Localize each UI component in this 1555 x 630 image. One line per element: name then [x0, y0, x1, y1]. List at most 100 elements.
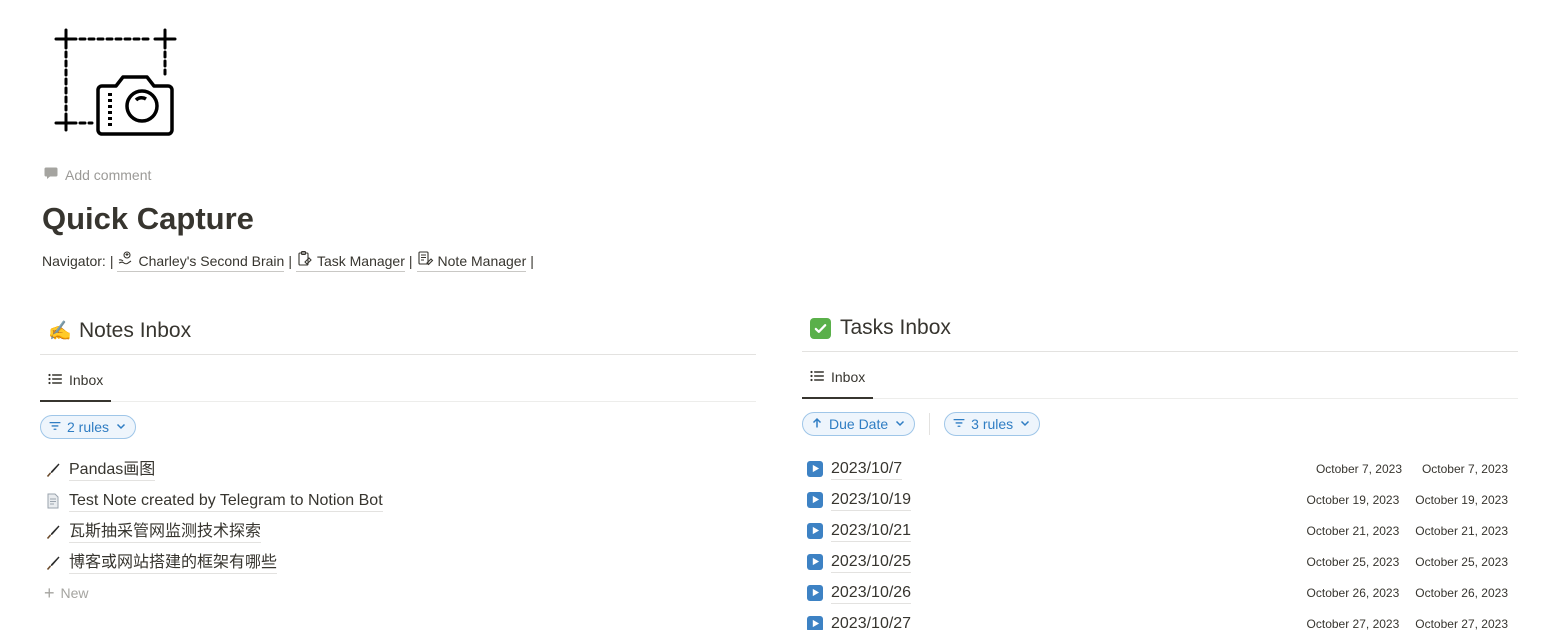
filter-bar: 2 rules [40, 402, 756, 452]
view-tabs: Inbox [802, 352, 1518, 399]
tab-label: Inbox [831, 369, 866, 385]
tab-label: Inbox [69, 372, 104, 388]
database-title-label: Tasks Inbox [840, 316, 951, 339]
clipboard-icon [296, 250, 313, 271]
separator: | [109, 253, 114, 269]
camera-capture-icon[interactable] [52, 26, 178, 138]
filter-label: 2 rules [67, 419, 110, 435]
check-mark-icon [810, 317, 831, 339]
list-item[interactable]: Pandas画图 [40, 454, 756, 485]
tasks-list: 2023/10/7 October 7, 2023 October 7, 202… [802, 453, 1518, 630]
separator: | [288, 253, 292, 269]
notes-inbox-database: ✍️ Notes Inbox Inbox 2 rules Pandas画图 Te… [40, 312, 756, 608]
sort-label: Due Date [829, 416, 889, 432]
new-label: New [60, 585, 89, 601]
date-cell: October 7, 2023 [1421, 461, 1508, 476]
brain-hand-icon [117, 250, 134, 271]
item-dates: October 25, 2023 October 25, 2023 [1307, 555, 1518, 569]
add-comment-label: Add comment [65, 166, 152, 183]
date-cell: October 19, 2023 [1415, 492, 1508, 507]
list-item[interactable]: 2023/10/19 October 19, 2023 October 19, … [802, 484, 1518, 515]
date-cell: October 21, 2023 [1306, 523, 1400, 538]
notion-page: Add comment Quick Capture Navigator: | C… [0, 0, 1555, 630]
pen-icon [42, 521, 64, 543]
database-title-label: Notes Inbox [79, 319, 192, 342]
date-cell: October 19, 2023 [1306, 492, 1400, 507]
chevron-down-icon [894, 416, 906, 432]
filter-icon [49, 419, 61, 435]
list-item[interactable]: 2023/10/7 October 7, 2023 October 7, 202… [802, 453, 1518, 484]
item-dates: October 27, 2023 October 27, 2023 [1307, 617, 1518, 630]
chevron-down-icon [115, 419, 127, 435]
item-title: 2023/10/26 [831, 582, 912, 604]
list-item[interactable]: 博客或网站搭建的框架有哪些 [40, 547, 756, 578]
nav-link-second-brain[interactable]: Charley's Second Brain [117, 250, 285, 272]
tab-inbox[interactable]: Inbox [802, 357, 874, 399]
nav-link-note-manager[interactable]: Note Manager [416, 250, 527, 272]
plus-icon: + [44, 583, 55, 603]
filter-bar: Due Date 3 rules [802, 399, 1518, 449]
filter-rules-button[interactable]: 3 rules [944, 412, 1041, 436]
date-cell: October 25, 2023 [1306, 554, 1400, 569]
nav-link-label: Task Manager [316, 252, 405, 269]
date-cell: October 26, 2023 [1415, 585, 1508, 600]
document-icon [42, 490, 64, 512]
notes-inbox-title[interactable]: ✍️ Notes Inbox [40, 312, 756, 350]
item-title: 2023/10/21 [831, 520, 912, 542]
list-item[interactable]: 2023/10/26 October 26, 2023 October 26, … [802, 577, 1518, 608]
item-dates: October 7, 2023 October 7, 2023 [1312, 462, 1518, 476]
item-dates: October 26, 2023 October 26, 2023 [1307, 586, 1518, 600]
pen-icon [42, 552, 64, 574]
pen-icon [42, 459, 64, 481]
play-button-icon [804, 582, 826, 604]
date-cell: October 27, 2023 [1306, 616, 1400, 630]
item-title: 博客或网站搭建的框架有哪些 [69, 552, 278, 574]
filter-rules-button[interactable]: 2 rules [40, 415, 137, 439]
play-button-icon [804, 489, 826, 511]
list-icon [810, 369, 824, 386]
date-cell: October 21, 2023 [1415, 523, 1508, 538]
item-title: Pandas画图 [69, 459, 156, 481]
nav-link-task-manager[interactable]: Task Manager [295, 250, 405, 272]
navigator-bar: Navigator: | Charley's Second Brain | Ta… [42, 250, 534, 272]
tasks-inbox-database: Tasks Inbox Inbox Due Date 3 rules 2023/… [802, 309, 1518, 630]
separator: | [408, 253, 413, 269]
date-cell: October 27, 2023 [1415, 616, 1508, 630]
tab-inbox[interactable]: Inbox [40, 360, 112, 402]
list-item[interactable]: 2023/10/27 October 27, 2023 October 27, … [802, 608, 1518, 630]
notes-list: Pandas画图 Test Note created by Telegram t… [40, 454, 756, 608]
list-item[interactable]: 2023/10/21 October 21, 2023 October 21, … [802, 515, 1518, 546]
list-item[interactable]: Test Note created by Telegram to Notion … [40, 485, 756, 516]
list-item[interactable]: 2023/10/25 October 25, 2023 October 25, … [802, 546, 1518, 577]
comment-icon [44, 166, 58, 183]
date-cell: October 7, 2023 [1315, 461, 1402, 476]
play-button-icon [804, 613, 826, 630]
add-comment-button[interactable]: Add comment [44, 166, 151, 183]
play-button-icon [804, 458, 826, 480]
chevron-down-icon [1019, 416, 1031, 432]
page-title[interactable]: Quick Capture [42, 198, 254, 240]
divider [929, 413, 931, 435]
play-button-icon [804, 520, 826, 542]
item-dates: October 21, 2023 October 21, 2023 [1307, 524, 1518, 538]
notes-icon [417, 250, 434, 271]
item-title: 瓦斯抽采管网监测技术探索 [69, 521, 262, 543]
nav-link-label: Charley's Second Brain [138, 252, 285, 269]
view-tabs: Inbox [40, 355, 756, 402]
tasks-inbox-title[interactable]: Tasks Inbox [802, 309, 1518, 347]
item-dates: October 19, 2023 October 19, 2023 [1307, 493, 1518, 507]
list-item[interactable]: 瓦斯抽采管网监测技术探索 [40, 516, 756, 547]
navigator-label: Navigator: [42, 253, 106, 269]
filter-label: 3 rules [971, 416, 1014, 432]
separator: | [530, 253, 534, 269]
sort-due-date-button[interactable]: Due Date [802, 412, 916, 436]
filter-icon [953, 416, 965, 432]
date-cell: October 26, 2023 [1306, 585, 1400, 600]
item-title: 2023/10/25 [831, 551, 912, 573]
item-title: 2023/10/27 [831, 613, 911, 630]
new-item-button[interactable]: + New [40, 578, 756, 608]
date-cell: October 25, 2023 [1415, 554, 1508, 569]
item-title: 2023/10/19 [831, 489, 912, 511]
nav-link-label: Note Manager [437, 252, 527, 269]
item-title: 2023/10/7 [831, 458, 903, 480]
